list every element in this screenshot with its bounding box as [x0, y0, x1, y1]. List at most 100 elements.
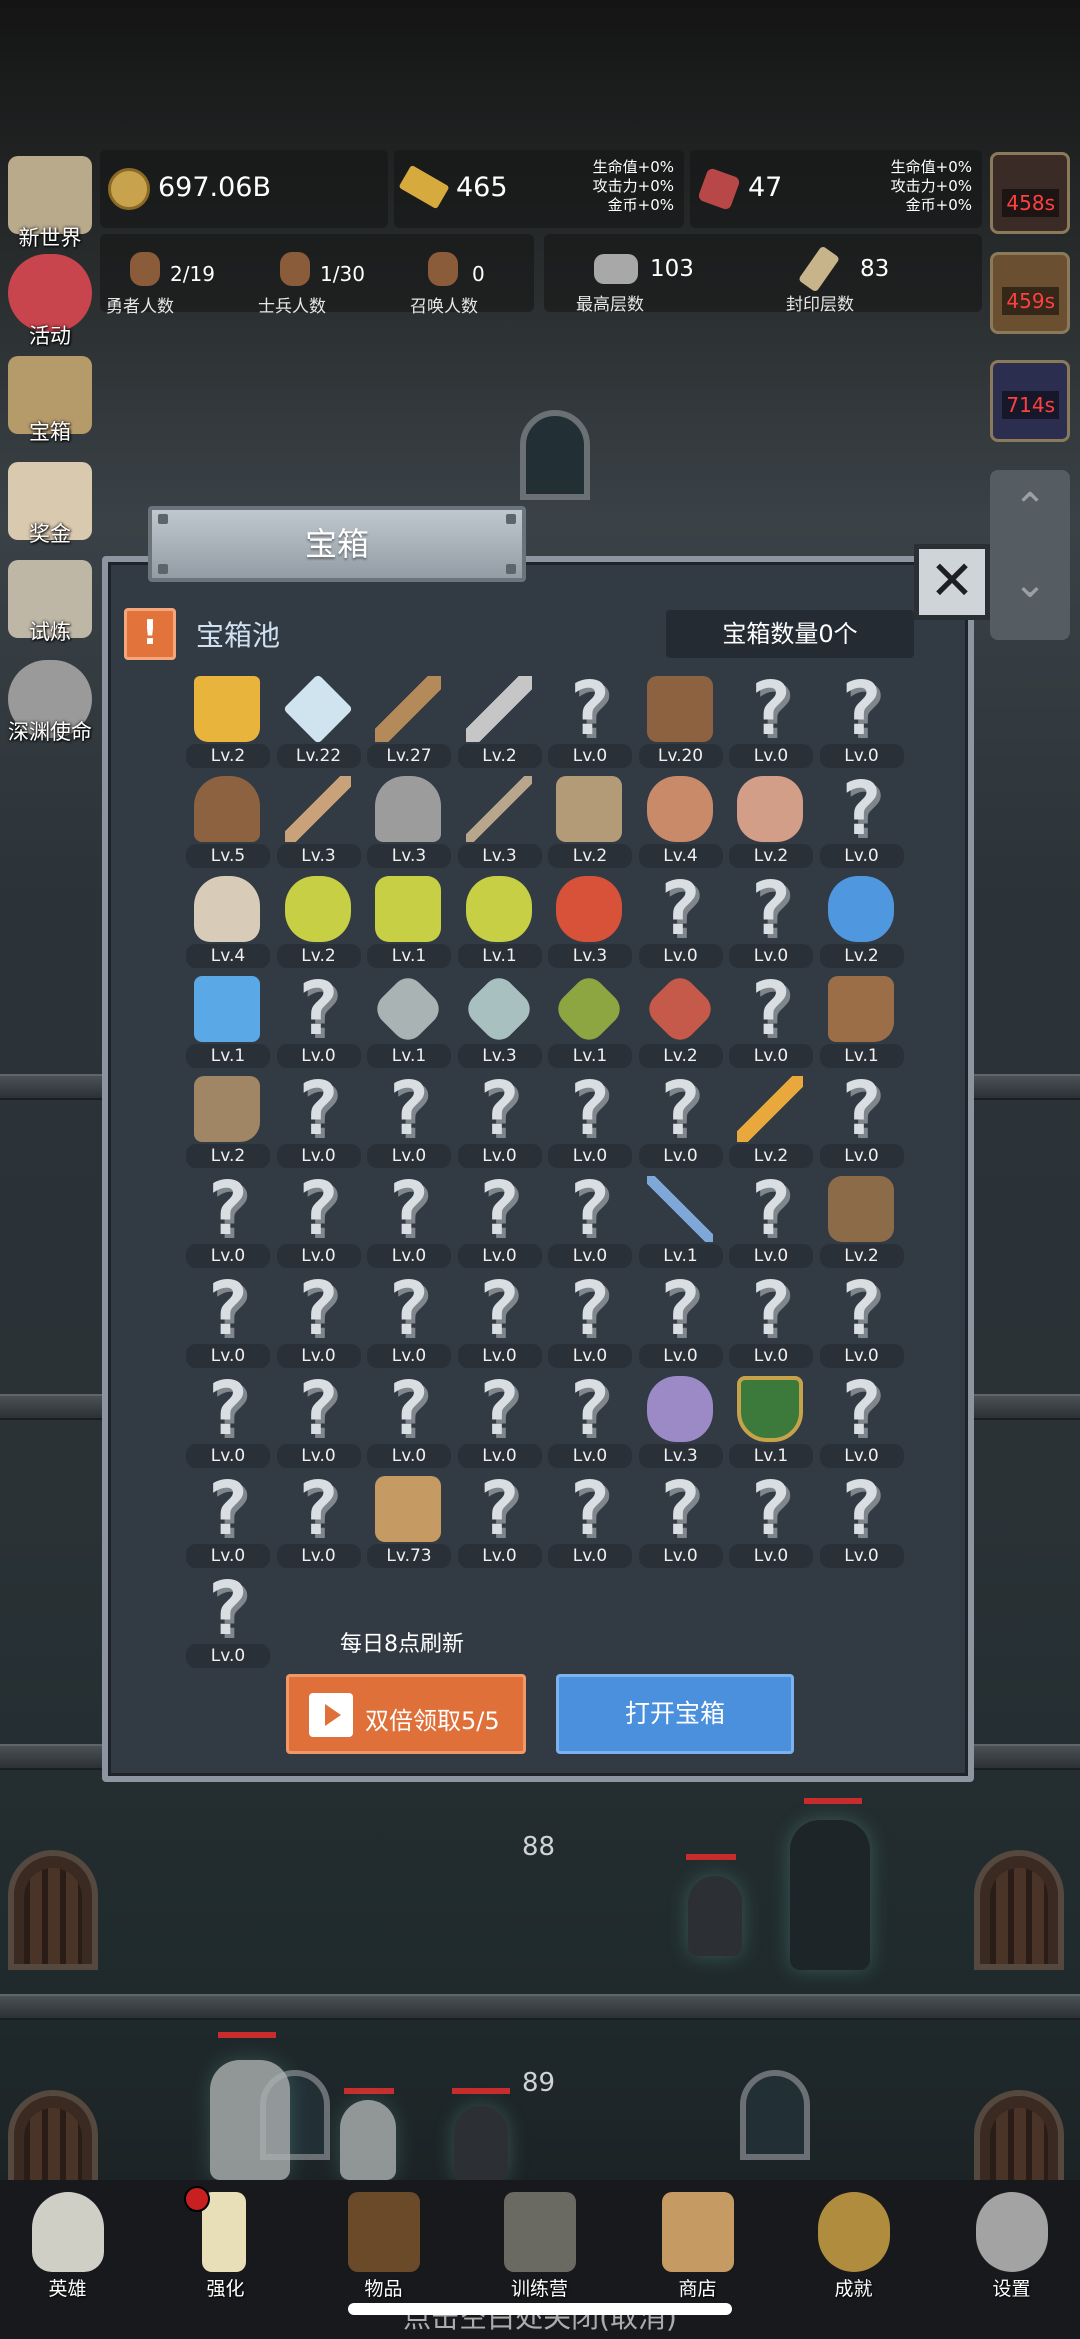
nav-heroes[interactable]: 英雄: [0, 2180, 135, 2310]
item-cell[interactable]: ? Lv.0: [367, 1072, 451, 1176]
item-cell[interactable]: Lv.3: [638, 1376, 723, 1476]
chevron-up-icon[interactable]: ⌃: [990, 470, 1070, 546]
item-cell[interactable]: ? Lv.0: [729, 872, 813, 976]
scroll-arrows[interactable]: ⌃ ⌄: [990, 470, 1070, 640]
item-cell[interactable]: ? Lv.0: [819, 1072, 904, 1176]
ghost-enemy[interactable]: [340, 2100, 396, 2180]
item-cell[interactable]: ? Lv.0: [548, 1372, 632, 1476]
item-cell[interactable]: Lv.1: [819, 976, 904, 1076]
item-cell[interactable]: ? Lv.0: [186, 1372, 270, 1476]
item-cell[interactable]: Lv.2: [186, 1076, 270, 1176]
item-cell[interactable]: Lv.5: [186, 776, 270, 876]
nav-shop[interactable]: 商店: [630, 2180, 765, 2310]
item-cell[interactable]: ? Lv.0: [457, 1272, 542, 1376]
item-cell[interactable]: Lv.2: [729, 1076, 813, 1176]
item-cell[interactable]: ? Lv.0: [819, 672, 904, 776]
item-cell[interactable]: Lv.4: [638, 776, 723, 876]
item-cell[interactable]: ? Lv.0: [367, 1172, 451, 1276]
item-cell[interactable]: ? Lv.0: [367, 1372, 451, 1476]
open-chest-button[interactable]: 打开宝箱: [556, 1674, 794, 1754]
timer-reward-1[interactable]: 458s: [990, 152, 1070, 234]
knight-helmet-icon: [375, 776, 441, 842]
item-cell[interactable]: ? Lv.0: [276, 972, 361, 1076]
item-cell[interactable]: ? Lv.0: [276, 1072, 361, 1176]
item-cell[interactable]: Lv.20: [638, 676, 723, 776]
item-cell[interactable]: ? Lv.0: [276, 1372, 361, 1476]
item-cell[interactable]: ? Lv.0: [819, 1472, 904, 1576]
item-cell[interactable]: ? Lv.0: [638, 1472, 723, 1576]
item-cell[interactable]: Lv.1: [367, 876, 451, 976]
item-level: Lv.2: [548, 844, 632, 868]
item-cell[interactable]: ? Lv.0: [729, 1472, 813, 1576]
item-cell[interactable]: ? Lv.0: [457, 1472, 542, 1576]
nav-upgrade[interactable]: 强化: [158, 2180, 293, 2310]
item-cell[interactable]: ? Lv.0: [638, 1272, 723, 1376]
item-cell[interactable]: Lv.2: [457, 676, 542, 776]
item-cell[interactable]: Lv.1: [638, 1176, 723, 1276]
home-indicator[interactable]: [348, 2303, 732, 2315]
item-cell[interactable]: Lv.2: [276, 876, 361, 976]
item-cell[interactable]: ? Lv.0: [638, 872, 723, 976]
item-cell[interactable]: ? Lv.0: [729, 972, 813, 1076]
item-cell[interactable]: ? Lv.0: [367, 1272, 451, 1376]
item-cell[interactable]: Lv.3: [457, 971, 542, 1076]
item-cell[interactable]: Lv.1: [548, 971, 632, 1076]
item-cell[interactable]: ? Lv.0: [276, 1172, 361, 1276]
item-cell[interactable]: Lv.3: [276, 776, 361, 876]
item-cell[interactable]: ? Lv.0: [186, 1172, 270, 1276]
item-cell[interactable]: Lv.2: [186, 676, 270, 776]
item-cell[interactable]: Lv.4: [186, 876, 270, 976]
close-button[interactable]: ✕: [914, 544, 990, 620]
item-cell[interactable]: Lv.3: [457, 776, 542, 876]
timer-reward-2[interactable]: 459s: [990, 252, 1070, 334]
chevron-down-icon[interactable]: ⌄: [990, 546, 1070, 622]
nav-training-camp[interactable]: 训练营: [472, 2180, 607, 2310]
item-cell[interactable]: ? Lv.0: [548, 1172, 632, 1276]
item-cell[interactable]: ? Lv.0: [548, 1272, 632, 1376]
reaper-enemy[interactable]: [790, 1820, 870, 1970]
item-cell[interactable]: Lv.2: [819, 1176, 904, 1276]
ghost-reaper-enemy[interactable]: [210, 2060, 290, 2180]
nav-achievements[interactable]: 成就: [786, 2180, 921, 2310]
item-cell[interactable]: Lv.73: [367, 1476, 451, 1576]
item-cell[interactable]: Lv.1: [186, 976, 270, 1076]
item-cell[interactable]: ? Lv.0: [457, 1072, 542, 1176]
hooded-enemy[interactable]: [454, 2106, 508, 2180]
item-cell[interactable]: Lv.3: [548, 876, 632, 976]
question-mark-icon: ?: [838, 1266, 883, 1352]
item-cell[interactable]: Lv.27: [367, 676, 451, 776]
item-cell[interactable]: ? Lv.0: [186, 1472, 270, 1576]
item-cell[interactable]: ? Lv.0: [276, 1472, 361, 1576]
item-cell[interactable]: ? Lv.0: [548, 1072, 632, 1176]
item-cell[interactable]: ? Lv.0: [457, 1372, 542, 1476]
item-cell[interactable]: ? Lv.0: [548, 1472, 632, 1576]
item-cell[interactable]: ? Lv.0: [819, 772, 904, 876]
item-cell[interactable]: ? Lv.0: [729, 1172, 813, 1276]
item-cell[interactable]: ? Lv.0: [729, 672, 813, 776]
item-cell[interactable]: Lv.2: [548, 776, 632, 876]
item-cell[interactable]: Lv.1: [367, 971, 451, 1076]
dismiss-hint[interactable]: 点击空白处关闭(取消): [0, 2296, 1080, 2336]
nav-items[interactable]: 物品: [316, 2180, 451, 2310]
item-cell[interactable]: ? Lv.0: [186, 1272, 270, 1376]
item-cell[interactable]: ? Lv.0: [548, 672, 632, 776]
item-cell[interactable]: ? Lv.0: [457, 1172, 542, 1276]
item-cell[interactable]: Lv.2: [729, 776, 813, 876]
timer-reward-3[interactable]: 714s: [990, 360, 1070, 442]
item-cell[interactable]: Lv.2: [819, 876, 904, 976]
alert-icon[interactable]: !: [124, 608, 176, 660]
item-cell[interactable]: ? Lv.0: [276, 1272, 361, 1376]
item-cell[interactable]: Lv.22: [276, 673, 361, 776]
hooded-enemy[interactable]: [688, 1876, 742, 1956]
item-cell[interactable]: ? Lv.0: [819, 1372, 904, 1476]
double-claim-button[interactable]: 双倍领取5/5: [286, 1674, 526, 1754]
item-cell[interactable]: Lv.1: [457, 876, 542, 976]
item-cell[interactable]: ? Lv.0: [186, 1572, 270, 1676]
item-cell[interactable]: ? Lv.0: [638, 1072, 723, 1176]
item-cell[interactable]: Lv.3: [367, 776, 451, 876]
item-cell[interactable]: ? Lv.0: [729, 1272, 813, 1376]
item-cell[interactable]: Lv.1: [729, 1376, 813, 1476]
nav-settings[interactable]: 设置: [944, 2180, 1079, 2310]
item-cell[interactable]: Lv.2: [638, 971, 723, 1076]
item-cell[interactable]: ? Lv.0: [819, 1266, 904, 1376]
